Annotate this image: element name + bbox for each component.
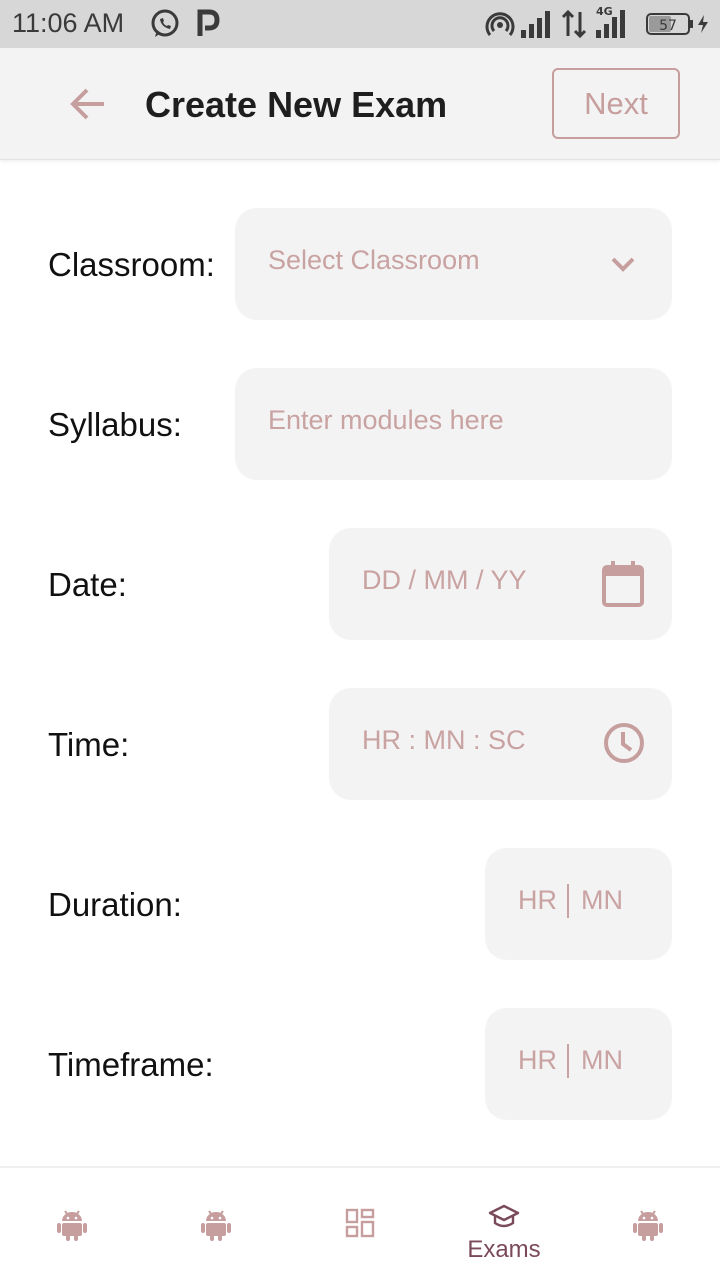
arrow-left-icon (70, 88, 104, 120)
date-input[interactable]: DD / MM / YY (329, 528, 672, 640)
dashboard-grid-icon (345, 1208, 375, 1243)
nav-item-2[interactable] (144, 1168, 288, 1280)
classroom-placeholder: Select Classroom (268, 245, 480, 275)
back-button[interactable] (64, 80, 112, 128)
duration-label: Duration: (48, 886, 182, 923)
time-label: Time: (48, 726, 130, 763)
timeframe-label: Timeframe: (48, 1046, 214, 1083)
page-title: Create New Exam (145, 84, 448, 125)
timeframe-divider (567, 1044, 569, 1078)
date-label: Date: (48, 566, 127, 603)
android-icon (201, 1208, 231, 1247)
p-app-icon (196, 8, 220, 45)
nav-item-1[interactable] (0, 1168, 144, 1280)
syllabus-label: Syllabus: (48, 406, 182, 443)
time-placeholder: HR : MN : SC (362, 725, 526, 755)
date-placeholder: DD / MM / YY (362, 565, 527, 595)
classroom-select[interactable]: Select Classroom (235, 208, 672, 320)
duration-mn: MN (581, 885, 623, 915)
duration-input[interactable]: HR MN (485, 848, 672, 960)
nav-item-5[interactable] (576, 1168, 720, 1280)
charging-icon (696, 14, 710, 39)
status-time: 11:06 AM (12, 8, 125, 38)
nav-item-exams[interactable]: Exams (432, 1168, 576, 1280)
time-input[interactable]: HR : MN : SC (329, 688, 672, 800)
nav-label-exams: Exams (467, 1236, 541, 1263)
nav-item-dashboard[interactable] (288, 1168, 432, 1280)
signal-4g-icon: 4G (594, 4, 634, 45)
android-icon (633, 1208, 663, 1247)
graduation-cap-icon (488, 1204, 520, 1237)
hotspot-icon (484, 8, 516, 45)
signal-icon (520, 8, 556, 45)
duration-hr: HR (518, 885, 557, 915)
app-bar: Create New Exam Next (0, 48, 720, 160)
whatsapp-icon (149, 8, 181, 45)
android-icon (57, 1208, 87, 1247)
network-type: 4G (596, 5, 613, 18)
data-arrows-icon (560, 8, 588, 45)
timeframe-input[interactable]: HR MN (485, 1008, 672, 1120)
next-button[interactable]: Next (552, 68, 680, 139)
syllabus-placeholder: Enter modules here (268, 405, 504, 435)
battery-icon: 57 (646, 11, 694, 42)
timeframe-mn: MN (581, 1045, 623, 1075)
duration-divider (567, 884, 569, 918)
chevron-down-icon (608, 251, 638, 282)
battery-level: 57 (659, 18, 677, 34)
calendar-icon[interactable] (600, 559, 646, 614)
clock-icon[interactable] (602, 721, 646, 770)
timeframe-hr: HR (518, 1045, 557, 1075)
bottom-nav: Exams (0, 1166, 720, 1280)
classroom-label: Classroom: (48, 246, 215, 283)
syllabus-input[interactable]: Enter modules here (235, 368, 672, 480)
status-bar: 11:06 AM 4G 57 (0, 0, 720, 48)
